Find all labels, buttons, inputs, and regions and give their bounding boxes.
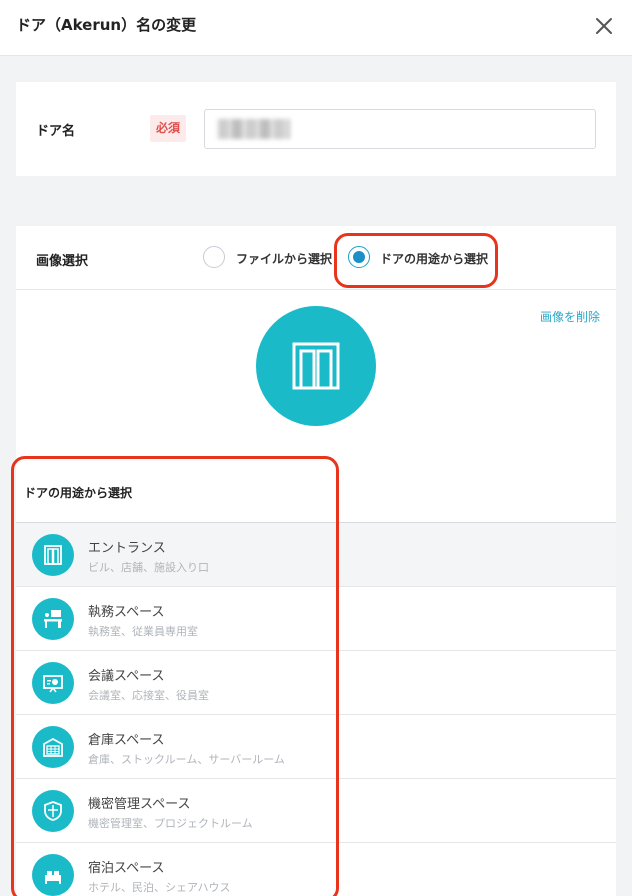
delete-image-link[interactable]: 画像を削除 [540, 308, 600, 325]
required-badge: 必須 [150, 115, 187, 142]
modal-header: ドア（Akerun）名の変更 [0, 0, 632, 56]
modal-title: ドア（Akerun）名の変更 [16, 16, 197, 34]
divider [16, 289, 616, 290]
close-icon[interactable] [590, 12, 618, 40]
highlight-annotation-radio [334, 233, 498, 288]
door-name-label: ドア名 [36, 124, 76, 139]
blurred-door-name [218, 119, 290, 139]
door-icon [292, 342, 340, 390]
radio-file-select-label[interactable]: ファイルから選択 [236, 250, 332, 267]
image-select-label: 画像選択 [36, 254, 89, 269]
highlight-annotation-list [11, 456, 339, 896]
radio-file-select[interactable] [203, 246, 225, 268]
selected-door-image [256, 306, 376, 426]
door-name-card: ドア名 必須 [16, 82, 616, 176]
image-select-card: 画像選択 ファイルから選択 ドアの用途から選択 画像を削除 ドアの用途から選択 … [11, 226, 616, 896]
